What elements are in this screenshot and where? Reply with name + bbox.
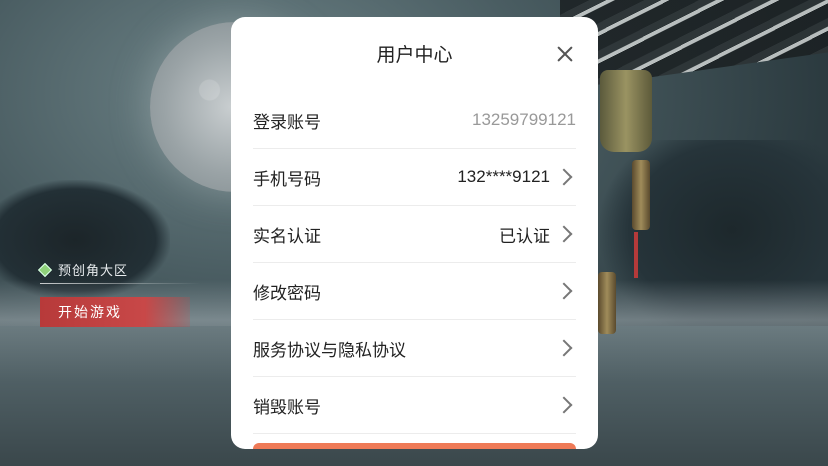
user-center-dialog: 用户中心 登录账号 13259799121 手机号码 132****9121 实… — [231, 17, 598, 449]
server-name: 预创角大区 — [58, 264, 129, 279]
row-value: 已认证 — [499, 226, 550, 246]
row-delete-account[interactable]: 销毁账号 — [253, 377, 576, 434]
row-change-password[interactable]: 修改密码 — [253, 263, 576, 320]
chevron-right-icon — [555, 225, 573, 243]
row-value: 132****9121 — [457, 167, 550, 186]
start-game-button[interactable]: 开始游戏 — [40, 297, 190, 327]
row-phone-number[interactable]: 手机号码 132****9121 — [253, 149, 576, 206]
dialog-header: 用户中心 — [231, 17, 598, 89]
settings-list: 登录账号 13259799121 手机号码 132****9121 实名认证 已… — [253, 92, 576, 434]
bronze-bell — [600, 70, 652, 152]
row-login-account: 登录账号 13259799121 — [253, 92, 576, 149]
diamond-icon — [37, 262, 53, 277]
red-tassel — [634, 232, 638, 278]
row-value: 13259799121 — [471, 110, 576, 129]
row-label: 实名认证 — [253, 226, 321, 246]
server-selector[interactable]: 预创角大区 — [37, 260, 129, 279]
row-label: 销毁账号 — [253, 397, 321, 417]
row-real-name-verification[interactable]: 实名认证 已认证 — [253, 206, 576, 263]
chevron-right-icon — [555, 396, 573, 414]
row-label: 手机号码 — [253, 169, 321, 189]
chevron-right-icon — [555, 168, 573, 186]
chevron-right-icon — [555, 282, 573, 300]
row-service-privacy-agreement[interactable]: 服务协议与隐私协议 — [253, 320, 576, 377]
wind-chime — [598, 272, 616, 334]
row-label: 登录账号 — [253, 112, 321, 132]
chevron-right-icon — [555, 339, 573, 357]
logout-button[interactable] — [253, 443, 576, 449]
row-label: 服务协议与隐私协议 — [253, 340, 406, 360]
close-icon[interactable] — [552, 41, 578, 67]
server-divider — [40, 283, 200, 284]
row-label: 修改密码 — [253, 283, 321, 303]
dialog-title: 用户中心 — [376, 44, 453, 66]
wind-chime — [632, 160, 650, 230]
